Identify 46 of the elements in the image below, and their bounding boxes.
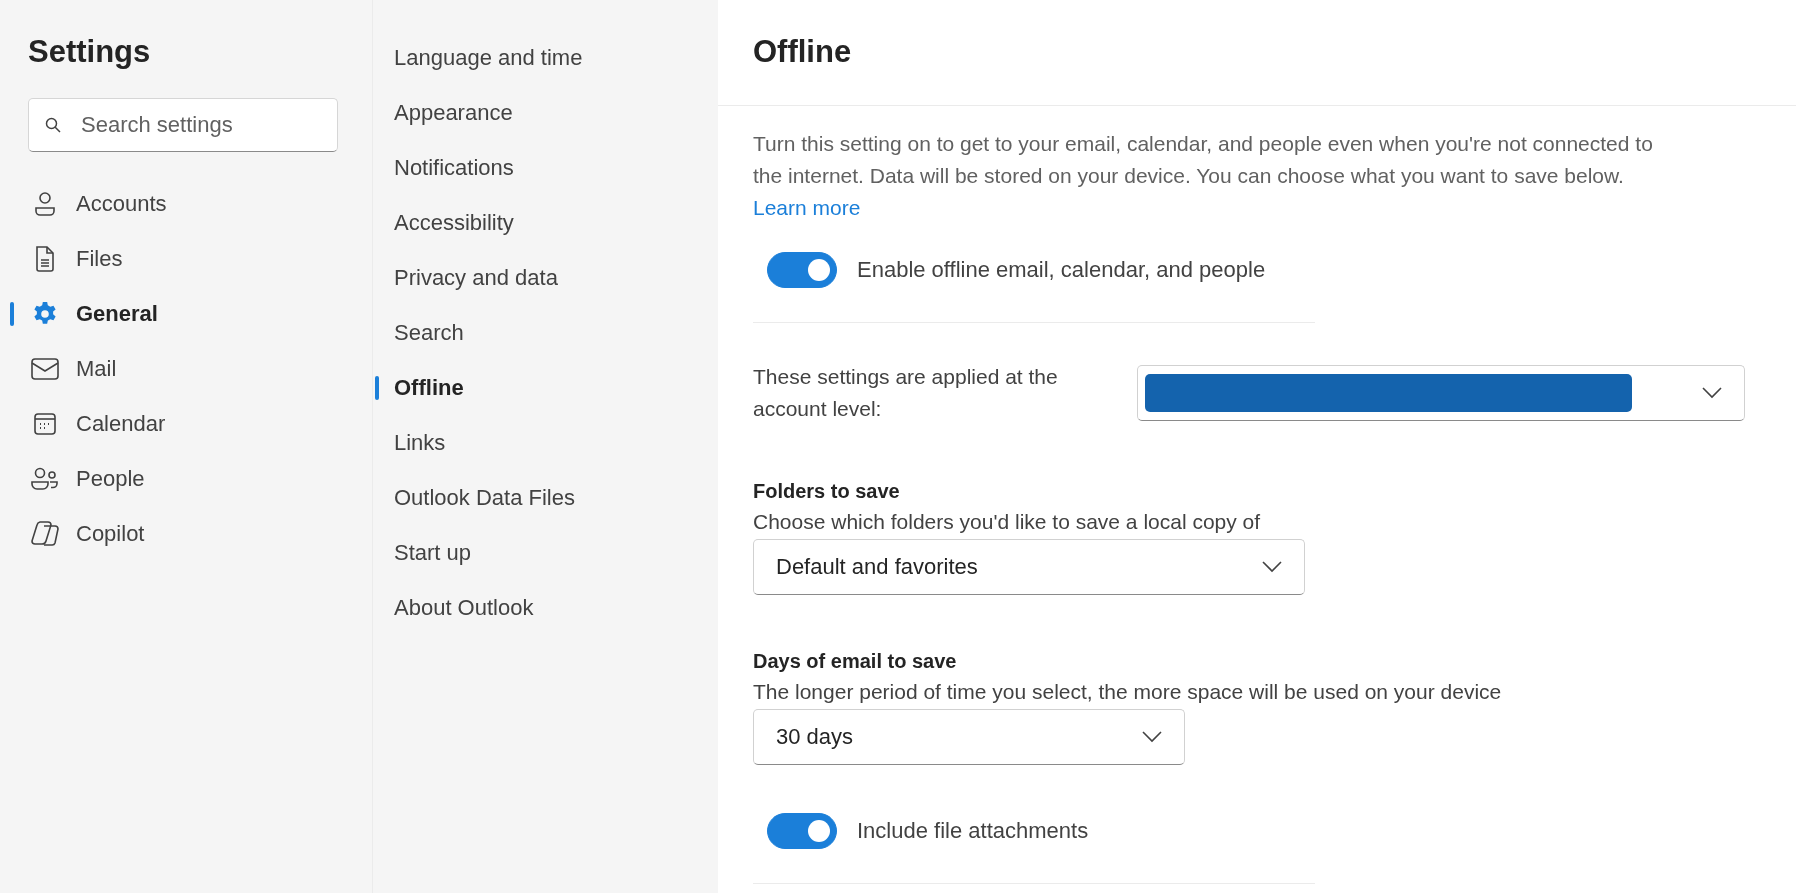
copilot-icon [30, 519, 60, 548]
chevron-down-icon [1702, 387, 1722, 399]
dropdown[interactable]: Default and favorites [753, 539, 1305, 595]
sidebar-item[interactable]: Calendar [30, 406, 166, 441]
toggle-switch[interactable] [767, 813, 837, 849]
category-item[interactable]: Start up [394, 535, 472, 570]
settings-title: Settings [28, 33, 151, 71]
people-icon [31, 466, 59, 491]
category-item[interactable]: Accessibility [394, 205, 514, 240]
category-item[interactable]: Search [394, 315, 464, 350]
category-item[interactable]: Appearance [394, 95, 513, 130]
category-item[interactable]: Notifications [394, 150, 514, 185]
sidebar-item[interactable]: Accounts [30, 186, 167, 221]
gear-icon [32, 300, 58, 327]
account-level-label: These settings are applied at the account level: [753, 364, 1059, 422]
sidebar-item[interactable]: General [30, 296, 158, 331]
document-icon [34, 245, 56, 272]
chevron-down-icon [1262, 561, 1282, 573]
calendar-icon [33, 411, 57, 436]
envelope-icon [31, 357, 59, 380]
description-text: Turn this setting on to get to your email, calendar, and people even when you're not connected to the internet. Data will be stored on your device. You can choose what you want to save below. Learn more [753, 131, 1653, 221]
section-hint: The longer period of time you select, the more space will be used on your device [753, 679, 1503, 705]
category-item[interactable]: Privacy and data [394, 260, 558, 295]
search-icon [45, 117, 61, 133]
page-title: Offline [753, 33, 852, 71]
sidebar-item[interactable]: People [30, 461, 145, 496]
account-dropdown[interactable] [1137, 365, 1745, 421]
learn-more-link[interactable]: Learn more [753, 196, 861, 219]
sidebar-item[interactable]: Files [30, 241, 123, 276]
dropdown[interactable]: 30 days [753, 709, 1185, 765]
sidebar-item[interactable]: Mail [30, 351, 117, 386]
category-item[interactable]: About Outlook [394, 590, 534, 625]
search-field[interactable]: Search settings [28, 98, 338, 152]
section-heading: Days of email to save [753, 649, 957, 674]
toggle-label: Enable offline email, calendar, and people [857, 257, 1266, 283]
person-icon [33, 190, 57, 217]
category-item[interactable]: Offline [394, 370, 464, 405]
sidebar-item[interactable]: Copilot [30, 515, 145, 552]
category-item[interactable]: Language and time [394, 40, 583, 75]
toggle-switch[interactable] [767, 252, 837, 288]
category-item[interactable]: Links [394, 425, 446, 460]
chevron-down-icon [1142, 731, 1162, 743]
toggle-label: Include file attachments [857, 818, 1089, 844]
section-heading: Folders to save [753, 479, 900, 504]
category-item[interactable]: Outlook Data Files [394, 480, 575, 515]
section-hint: Choose which folders you'd like to save a local copy of [753, 509, 1262, 535]
